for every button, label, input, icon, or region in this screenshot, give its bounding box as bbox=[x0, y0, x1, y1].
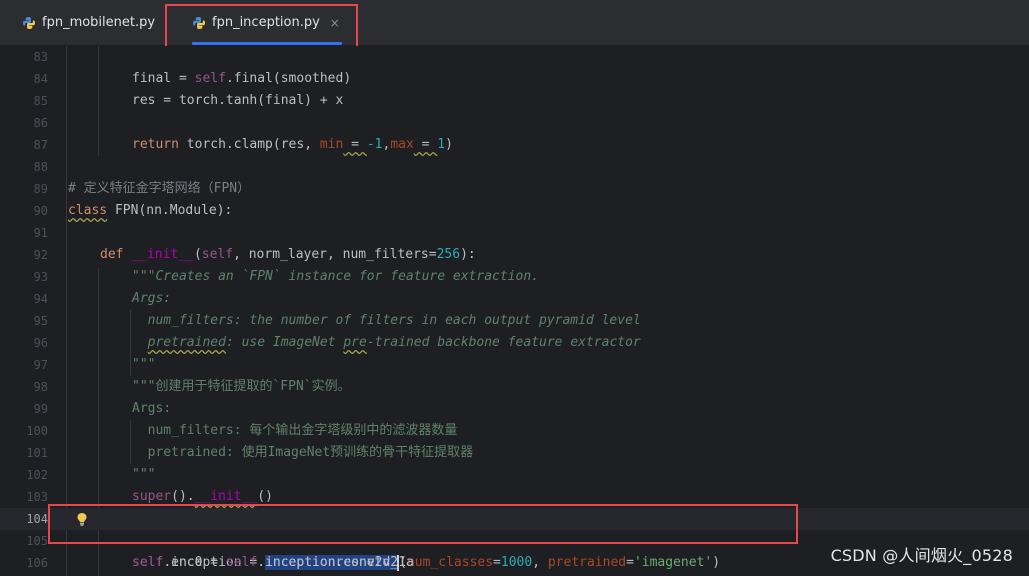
line-number: 105 bbox=[26, 534, 48, 548]
tab-label: fpn_mobilenet.py bbox=[42, 15, 156, 30]
code-line: 101 pretrained: 使用ImageNet预训练的骨干特征提取器 bbox=[0, 442, 1029, 464]
code-line: 92 def __init__(self, norm_layer, num_fil… bbox=[0, 244, 1029, 266]
line-number: 89 bbox=[33, 182, 48, 196]
code-line: 86 bbox=[0, 112, 1029, 134]
line-number: 100 bbox=[26, 424, 48, 438]
code-line: 89 # 定义特征金字塔网络（FPN） bbox=[0, 178, 1029, 200]
code-line-current: 104 self.inception = inceptionresnetv2(n… bbox=[0, 508, 1029, 571]
code-line: 84 final = self.final(smoothed) bbox=[0, 68, 1029, 90]
code-line: 87 return torch.clamp(res, min = -1,max =… bbox=[0, 134, 1029, 156]
line-number: 98 bbox=[33, 380, 48, 394]
code-line: 91 bbox=[0, 222, 1029, 244]
line-number: 99 bbox=[33, 402, 48, 416]
code-line: 97 """ bbox=[0, 354, 1029, 376]
line-number: 97 bbox=[33, 358, 48, 372]
code-line: 100 num_filters: 每个输出金字塔级别中的滤波器数量 bbox=[0, 420, 1029, 442]
python-file-icon bbox=[193, 16, 205, 29]
code-line: 90 class FPN(nn.Module): bbox=[0, 200, 1029, 222]
code-line: 95 num_filters: the number of filters in… bbox=[0, 310, 1029, 332]
line-number: 91 bbox=[33, 226, 48, 240]
tab-label: fpn_inception.py bbox=[212, 15, 320, 30]
line-number: 86 bbox=[33, 116, 48, 130]
code-line: 96 pretrained: use ImageNet pre-trained … bbox=[0, 332, 1029, 354]
line-number: 96 bbox=[33, 336, 48, 350]
python-file-icon bbox=[23, 16, 35, 29]
code-line: 103 super().__init__() bbox=[0, 486, 1029, 508]
code-line: 85 res = torch.tanh(final) + x bbox=[0, 90, 1029, 112]
editor-tab-bar: fpn_mobilenet.py fpn_inception.py × bbox=[0, 0, 1029, 46]
line-number: 93 bbox=[33, 270, 48, 284]
line-number: 83 bbox=[33, 50, 48, 64]
lightbulb-icon[interactable] bbox=[76, 512, 88, 526]
line-number: 92 bbox=[33, 248, 48, 262]
active-tab-indicator bbox=[192, 42, 342, 45]
line-number: 85 bbox=[33, 94, 48, 108]
tab-fpn-mobilenet[interactable]: fpn_mobilenet.py bbox=[22, 0, 155, 45]
line-number: 84 bbox=[33, 72, 48, 86]
close-tab-icon[interactable]: × bbox=[330, 16, 340, 30]
code-line: 83 bbox=[0, 46, 1029, 68]
line-number: 106 bbox=[26, 556, 48, 570]
line-number: 104 bbox=[26, 512, 48, 526]
line-number: 94 bbox=[33, 292, 48, 306]
code-line: 98 """创建用于特征提取的`FPN`实例。 bbox=[0, 376, 1029, 398]
line-number: 87 bbox=[33, 138, 48, 152]
line-number: 95 bbox=[33, 314, 48, 328]
line-number: 88 bbox=[33, 160, 48, 174]
code-editor[interactable]: 83 84 final = self.final(smoothed) 85 res … bbox=[0, 46, 1029, 576]
line-number: 101 bbox=[26, 446, 48, 460]
line-number: 102 bbox=[26, 468, 48, 482]
tab-fpn-inception[interactable]: fpn_inception.py × bbox=[182, 0, 352, 45]
code-line: 99 Args: bbox=[0, 398, 1029, 420]
line-number: 103 bbox=[26, 490, 48, 504]
code-line: 94 Args: bbox=[0, 288, 1029, 310]
code-line: 88 bbox=[0, 156, 1029, 178]
code-line: 93 """Creates an `FPN` instance for featu… bbox=[0, 266, 1029, 288]
line-number: 90 bbox=[33, 204, 48, 218]
watermark-text: CSDN @人间烟火_0528 bbox=[830, 546, 1013, 565]
code-line: 102 """ bbox=[0, 464, 1029, 486]
